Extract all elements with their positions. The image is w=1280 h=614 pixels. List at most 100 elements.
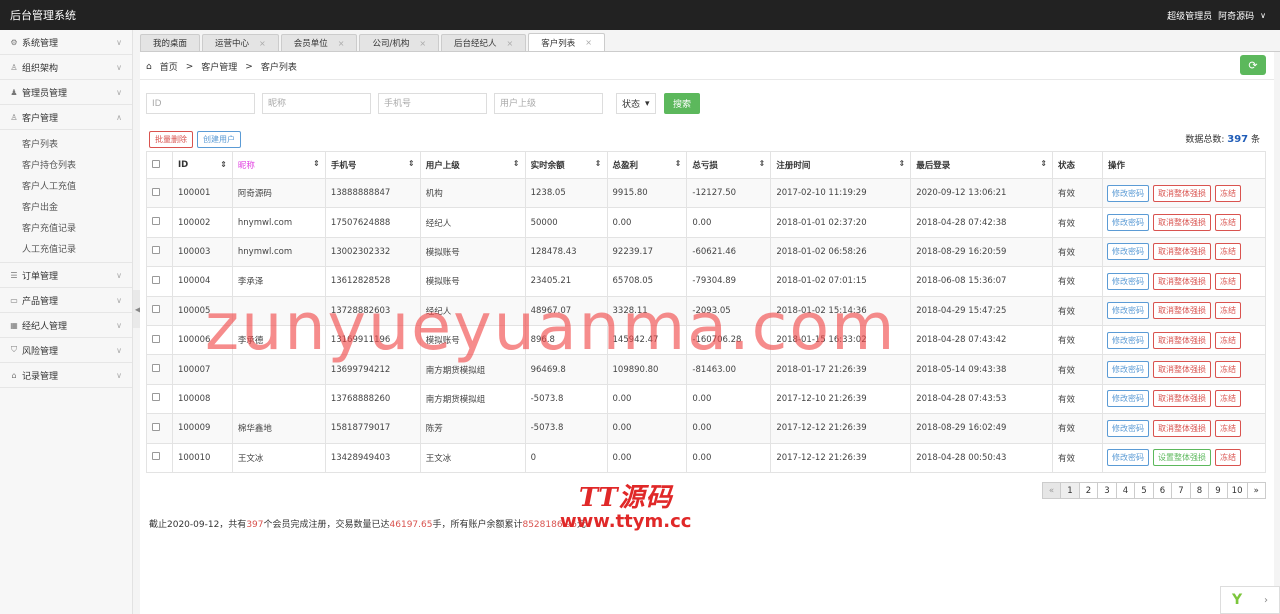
pager-page[interactable]: 3	[1097, 482, 1117, 499]
close-icon[interactable]: ×	[507, 39, 514, 48]
nickname-input[interactable]	[262, 93, 371, 114]
freeze-button[interactable]: 冻结	[1214, 184, 1241, 202]
pager-page[interactable]: 7	[1171, 482, 1191, 499]
sort-icon[interactable]: ⇕	[675, 159, 682, 168]
change-password-button[interactable]: 修改密码	[1106, 272, 1149, 290]
column-header[interactable]: 昵称 ⇕	[231, 151, 326, 179]
pager-next[interactable]: »	[1246, 482, 1266, 499]
sidebar-item[interactable]: ♟ 管理员管理 ∨	[0, 80, 132, 105]
row-checkbox[interactable]	[152, 364, 160, 373]
row-checkbox[interactable]	[152, 452, 160, 461]
sidebar-item[interactable]: ☰ 订单管理 ∨	[0, 263, 132, 288]
sort-icon[interactable]: ⇕	[759, 159, 766, 168]
pager-page[interactable]: 2	[1078, 482, 1099, 499]
sidebar-subitem[interactable]: 客户列表	[0, 133, 132, 154]
select-all-checkbox[interactable]	[152, 159, 160, 168]
freeze-button[interactable]: 冻结	[1214, 214, 1241, 232]
tab[interactable]: 公司/机构 ×	[359, 34, 440, 51]
row-checkbox[interactable]	[152, 217, 160, 226]
toggle-stop-loss-button[interactable]: 取消整体强损	[1152, 419, 1211, 437]
close-icon[interactable]: ×	[585, 38, 592, 47]
tab[interactable]: 后台经纪人 ×	[441, 34, 527, 51]
freeze-button[interactable]: 冻结	[1214, 302, 1241, 320]
freeze-button[interactable]: 冻结	[1214, 449, 1241, 467]
change-password-button[interactable]: 修改密码	[1106, 419, 1149, 437]
phone-input[interactable]	[378, 93, 487, 114]
row-checkbox[interactable]	[152, 334, 160, 343]
sidebar-subitem[interactable]: 客户出金	[0, 196, 132, 217]
pager-page[interactable]: 10	[1226, 482, 1248, 499]
pager-page[interactable]: 4	[1115, 482, 1136, 499]
toggle-stop-loss-button[interactable]: 取消整体强损	[1152, 361, 1211, 379]
change-password-button[interactable]: 修改密码	[1106, 331, 1149, 349]
sidebar-item[interactable]: ⛉ 风险管理 ∨	[0, 338, 132, 363]
close-icon[interactable]: ×	[338, 39, 345, 48]
toggle-stop-loss-button[interactable]: 设置整体强损	[1152, 449, 1211, 467]
column-header[interactable]: 手机号 ⇕	[324, 151, 421, 179]
change-password-button[interactable]: 修改密码	[1106, 390, 1149, 408]
sidebar-subitem[interactable]: 客户持仓列表	[0, 154, 132, 175]
sort-icon[interactable]: ⇕	[1040, 159, 1047, 168]
toggle-stop-loss-button[interactable]: 取消整体强损	[1152, 302, 1211, 320]
sort-icon[interactable]: ⇕	[513, 159, 520, 168]
user-menu[interactable]: 超级管理员 阿奇源码 ∨	[1167, 9, 1266, 22]
parent-input[interactable]	[494, 93, 603, 114]
freeze-button[interactable]: 冻结	[1214, 331, 1241, 349]
change-password-button[interactable]: 修改密码	[1106, 243, 1149, 261]
column-header[interactable]: 注册时间 ⇕	[770, 151, 912, 179]
sidebar-item[interactable]: ⚙ 系统管理 ∨	[0, 30, 132, 55]
freeze-button[interactable]: 冻结	[1214, 361, 1241, 379]
sort-icon[interactable]: ⇕	[595, 159, 602, 168]
toggle-stop-loss-button[interactable]: 取消整体强损	[1152, 331, 1211, 349]
row-checkbox[interactable]	[152, 275, 160, 284]
sidebar-subitem[interactable]: 人工充值记录	[0, 238, 132, 259]
column-header[interactable]: 实时余额 ⇕	[524, 151, 608, 179]
id-input[interactable]	[146, 93, 255, 114]
row-checkbox[interactable]	[152, 393, 160, 402]
sort-icon[interactable]: ⇕	[313, 159, 320, 168]
sort-icon[interactable]: ⇕	[220, 160, 227, 169]
close-icon[interactable]: ×	[419, 39, 426, 48]
column-header[interactable]: 总盈利 ⇕	[606, 151, 688, 179]
change-password-button[interactable]: 修改密码	[1106, 184, 1149, 202]
close-icon[interactable]: ×	[259, 39, 266, 48]
sidebar-item[interactable]: ♙ 客户管理 ∧	[0, 105, 132, 130]
sidebar-item[interactable]: ♙ 组织架构 ∨	[0, 55, 132, 80]
column-header[interactable]: 用户上级 ⇕	[419, 151, 526, 179]
batch-delete-button[interactable]: 批量删除	[149, 131, 193, 148]
freeze-button[interactable]: 冻结	[1214, 390, 1241, 408]
column-header[interactable]: 总亏损 ⇕	[686, 151, 772, 179]
pager-prev[interactable]: «	[1041, 482, 1062, 499]
tab[interactable]: 会员单位 ×	[280, 34, 358, 51]
sidebar-item[interactable]: ⌂ 记录管理 ∨	[0, 363, 132, 388]
tab[interactable]: 客户列表 ×	[528, 33, 605, 51]
tab[interactable]: 我的桌面	[140, 34, 201, 51]
row-checkbox[interactable]	[152, 422, 160, 431]
sort-icon[interactable]: ⇕	[898, 159, 905, 168]
change-password-button[interactable]: 修改密码	[1106, 449, 1149, 467]
freeze-button[interactable]: 冻结	[1214, 243, 1241, 261]
chevron-right-icon[interactable]: ›	[1264, 595, 1268, 606]
toggle-stop-loss-button[interactable]: 取消整体强损	[1152, 243, 1211, 261]
change-password-button[interactable]: 修改密码	[1106, 214, 1149, 232]
pager-page[interactable]: 1	[1060, 482, 1080, 499]
pager-page[interactable]: 5	[1134, 482, 1154, 499]
pager-page[interactable]: 8	[1189, 482, 1210, 499]
column-header[interactable]: 最后登录 ⇕	[910, 151, 1054, 179]
search-button[interactable]: 搜索	[664, 93, 700, 114]
chevron-down-icon[interactable]: ∨	[1260, 11, 1266, 20]
row-checkbox[interactable]	[152, 305, 160, 314]
pager-page[interactable]: 6	[1152, 482, 1173, 499]
user-name[interactable]: 阿奇源码	[1218, 9, 1254, 22]
sidebar-item[interactable]: ▭ 产品管理 ∨	[0, 288, 132, 313]
sidebar-subitem[interactable]: 客户充值记录	[0, 217, 132, 238]
freeze-button[interactable]: 冻结	[1214, 419, 1241, 437]
tab[interactable]: 运营中心 ×	[202, 34, 279, 51]
toggle-stop-loss-button[interactable]: 取消整体强损	[1152, 184, 1211, 202]
toggle-stop-loss-button[interactable]: 取消整体强损	[1152, 390, 1211, 408]
toggle-stop-loss-button[interactable]: 取消整体强损	[1152, 272, 1211, 290]
row-checkbox[interactable]	[152, 187, 160, 196]
breadcrumb-level1[interactable]: 客户管理	[201, 60, 237, 73]
toggle-stop-loss-button[interactable]: 取消整体强损	[1152, 214, 1211, 232]
freeze-button[interactable]: 冻结	[1214, 272, 1241, 290]
